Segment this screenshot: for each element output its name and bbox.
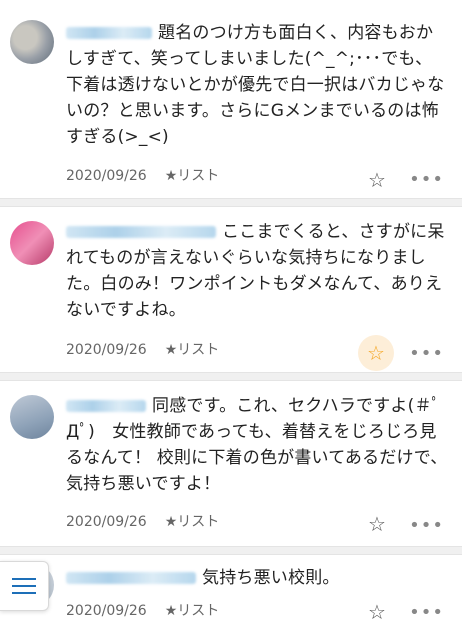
menu-bar (12, 592, 36, 594)
more-options-icon[interactable]: ••• (409, 343, 444, 364)
star-plus-icon[interactable]: ☆ (362, 165, 392, 195)
star-plus-icon[interactable]: ☆ (358, 335, 394, 371)
star-plus-icon[interactable]: ☆ (362, 597, 392, 627)
comment-divider (0, 198, 462, 207)
comment-text: 同感です。これ、セクハラですよ(＃ﾟДﾟ) 女性教師であっても、着替えをじろじろ… (66, 396, 448, 494)
comment-meta: 2020/09/26 ★リスト (66, 339, 219, 359)
comment-item: 題名のつけ方も面白く、内容もおかしすぎて、笑ってしまいました(^_^;･･･でも… (0, 0, 462, 198)
list-link[interactable]: ★リスト (165, 342, 220, 358)
more-options-icon[interactable]: ••• (409, 515, 444, 536)
comment-item: ここまでくると、さすがに呆れてものが言えないぐらいな気持ちになりました。白のみ！… (0, 207, 462, 372)
username-blurred[interactable] (66, 572, 196, 584)
comment-item: 同感です。これ、セクハラですよ(＃ﾟДﾟ) 女性教師であっても、着替えをじろじろ… (0, 381, 462, 546)
comment-date: 2020/09/26 (66, 168, 147, 184)
comment-text: 気持ち悪い校則。 (66, 565, 448, 591)
comment-divider (0, 372, 462, 381)
list-link[interactable]: ★リスト (165, 168, 220, 184)
list-link[interactable]: ★リスト (165, 603, 220, 619)
comment-meta: 2020/09/26 ★リスト (66, 600, 219, 620)
more-options-icon[interactable]: ••• (409, 602, 444, 623)
comment-text: 題名のつけ方も面白く、内容もおかしすぎて、笑ってしまいました(^_^;･･･でも… (66, 23, 445, 147)
comment-item: 気持ち悪い校則。 2020/09/26 ★リスト ☆ ••• (0, 555, 462, 640)
user-avatar[interactable] (10, 20, 54, 64)
user-avatar[interactable] (10, 221, 54, 265)
username-blurred[interactable] (66, 27, 152, 39)
more-options-icon[interactable]: ••• (409, 169, 444, 190)
username-blurred[interactable] (66, 226, 216, 238)
comment-date: 2020/09/26 (66, 514, 147, 530)
menu-bar (12, 578, 36, 580)
comment-date: 2020/09/26 (66, 603, 147, 619)
comment-text: ここまでくると、さすがに呆れてものが言えないぐらいな気持ちになりました。白のみ！… (66, 222, 445, 320)
hamburger-menu-icon[interactable] (0, 561, 49, 611)
list-link[interactable]: ★リスト (165, 514, 220, 530)
comment-date: 2020/09/26 (66, 342, 147, 358)
comment-meta: 2020/09/26 ★リスト (66, 165, 219, 185)
comment-meta: 2020/09/26 ★リスト (66, 511, 219, 531)
star-plus-icon[interactable]: ☆ (362, 509, 392, 539)
comment-divider (0, 546, 462, 555)
user-avatar[interactable] (10, 395, 54, 439)
menu-bar (12, 585, 36, 587)
username-blurred[interactable] (66, 400, 146, 412)
